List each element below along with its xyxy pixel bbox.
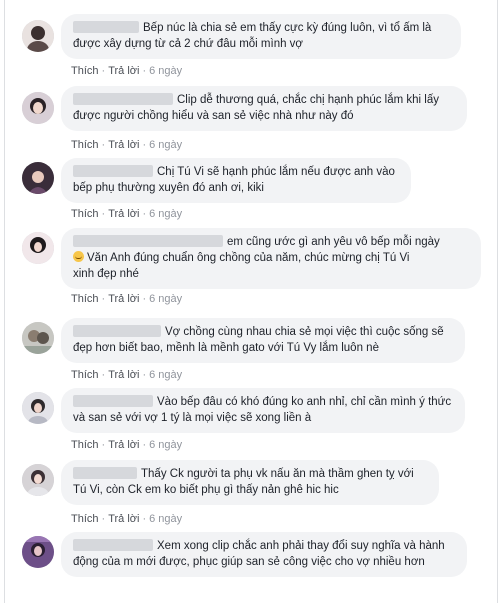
like-link[interactable]: Thích — [71, 369, 99, 381]
comment-bubble: em cũng ước gì anh yêu vô bếp mỗi ngày V… — [61, 228, 481, 289]
separator-dot: · — [101, 208, 106, 220]
comment-item: Clip dễ thương quá, chắc chị hạnh phúc l… — [5, 86, 499, 158]
separator-dot: · — [142, 139, 147, 151]
smile-emoji-icon — [73, 251, 84, 262]
comment-actions: Thích · Trả lời · 6 ngày — [71, 292, 182, 306]
comment-actions: Thích · Trả lời · 6 ngày — [71, 512, 182, 526]
comment-item: Chị Tú Vi sẽ hạnh phúc lắm nếu được anh … — [5, 158, 499, 230]
redacted-username[interactable] — [73, 165, 153, 177]
redacted-username[interactable] — [73, 539, 153, 551]
separator-dot: · — [142, 208, 147, 220]
avatar[interactable] — [22, 92, 54, 124]
comment-bubble: Chị Tú Vi sẽ hạnh phúc lắm nếu được anh … — [61, 158, 411, 203]
like-link[interactable]: Thích — [71, 208, 99, 220]
separator-dot: · — [101, 65, 106, 77]
redacted-username[interactable] — [73, 467, 137, 479]
timestamp[interactable]: 6 ngày — [149, 513, 182, 525]
avatar[interactable] — [22, 162, 54, 194]
comment-bubble: Thấy Ck người ta phụ vk nấu ăn mà thầm g… — [61, 460, 439, 505]
timestamp[interactable]: 6 ngày — [149, 439, 182, 451]
comment-bubble: Clip dễ thương quá, chắc chị hạnh phúc l… — [61, 86, 467, 131]
redacted-username[interactable] — [73, 235, 223, 247]
separator-dot: · — [142, 513, 147, 525]
comment-item: Thấy Ck người ta phụ vk nấu ăn mà thầm g… — [5, 460, 499, 532]
redacted-username[interactable] — [73, 93, 173, 105]
comment-actions: Thích · Trả lời · 6 ngày — [71, 64, 182, 78]
reply-link[interactable]: Trả lời — [108, 513, 139, 525]
comment-actions: Thích · Trả lời · 6 ngày — [71, 138, 182, 152]
like-link[interactable]: Thích — [71, 513, 99, 525]
timestamp[interactable]: 6 ngày — [149, 293, 182, 305]
reply-link[interactable]: Trả lời — [108, 65, 139, 77]
reply-link[interactable]: Trả lời — [108, 208, 139, 220]
comment-actions: Thích · Trả lời · 6 ngày — [71, 368, 182, 382]
avatar[interactable] — [22, 232, 54, 264]
separator-dot: · — [101, 513, 106, 525]
separator-dot: · — [101, 369, 106, 381]
like-link[interactable]: Thích — [71, 65, 99, 77]
comment-bubble: Vợ chồng cùng nhau chia sẻ mọi việc thì … — [61, 318, 465, 363]
avatar[interactable] — [22, 322, 54, 354]
reply-link[interactable]: Trả lời — [108, 293, 139, 305]
redacted-username[interactable] — [73, 395, 153, 407]
comment-bubble: Xem xong clip chắc anh phải thay đổi suy… — [61, 532, 467, 577]
comment-actions: Thích · Trả lời · 6 ngày — [71, 438, 182, 452]
timestamp[interactable]: 6 ngày — [149, 65, 182, 77]
comment-text-line-2: Văn Anh đúng chuẩn ông chồng của năm, ch… — [87, 252, 410, 264]
separator-dot: · — [101, 439, 106, 451]
comment-bubble: Bếp núc là chia sẻ em thấy cực kỳ đúng l… — [61, 14, 461, 59]
comment-list: Bếp núc là chia sẻ em thấy cực kỳ đúng l… — [4, 0, 498, 603]
redacted-username[interactable] — [73, 21, 139, 33]
timestamp[interactable]: 6 ngày — [149, 208, 182, 220]
avatar[interactable] — [22, 536, 54, 568]
comment-text-line-1: em cũng ước gì anh yêu vô bếp mỗi ngày — [227, 236, 440, 248]
like-link[interactable]: Thích — [71, 439, 99, 451]
separator-dot: · — [142, 369, 147, 381]
separator-dot: · — [101, 293, 106, 305]
separator-dot: · — [142, 293, 147, 305]
reply-link[interactable]: Trả lời — [108, 139, 139, 151]
avatar[interactable] — [22, 464, 54, 496]
comment-actions: Thích · Trả lời · 6 ngày — [71, 207, 182, 221]
comment-item: Xem xong clip chắc anh phải thay đổi suy… — [5, 532, 499, 604]
timestamp[interactable]: 6 ngày — [149, 139, 182, 151]
separator-dot: · — [101, 139, 106, 151]
comment-item: Vợ chồng cùng nhau chia sẻ mọi việc thì … — [5, 318, 499, 390]
redacted-username[interactable] — [73, 325, 161, 337]
separator-dot: · — [142, 439, 147, 451]
like-link[interactable]: Thích — [71, 293, 99, 305]
avatar[interactable] — [22, 392, 54, 424]
timestamp[interactable]: 6 ngày — [149, 369, 182, 381]
comment-item: Vào bếp đâu có khó đúng ko anh nhỉ, chỉ … — [5, 388, 499, 460]
separator-dot: · — [142, 65, 147, 77]
comment-item: em cũng ước gì anh yêu vô bếp mỗi ngày V… — [5, 228, 499, 305]
avatar[interactable] — [22, 20, 54, 52]
comment-bubble: Vào bếp đâu có khó đúng ko anh nhỉ, chỉ … — [61, 388, 465, 433]
comment-text-line-3: xinh đẹp nhé — [73, 268, 139, 280]
like-link[interactable]: Thích — [71, 139, 99, 151]
reply-link[interactable]: Trả lời — [108, 369, 139, 381]
reply-link[interactable]: Trả lời — [108, 439, 139, 451]
comment-item: Bếp núc là chia sẻ em thấy cực kỳ đúng l… — [5, 0, 499, 77]
